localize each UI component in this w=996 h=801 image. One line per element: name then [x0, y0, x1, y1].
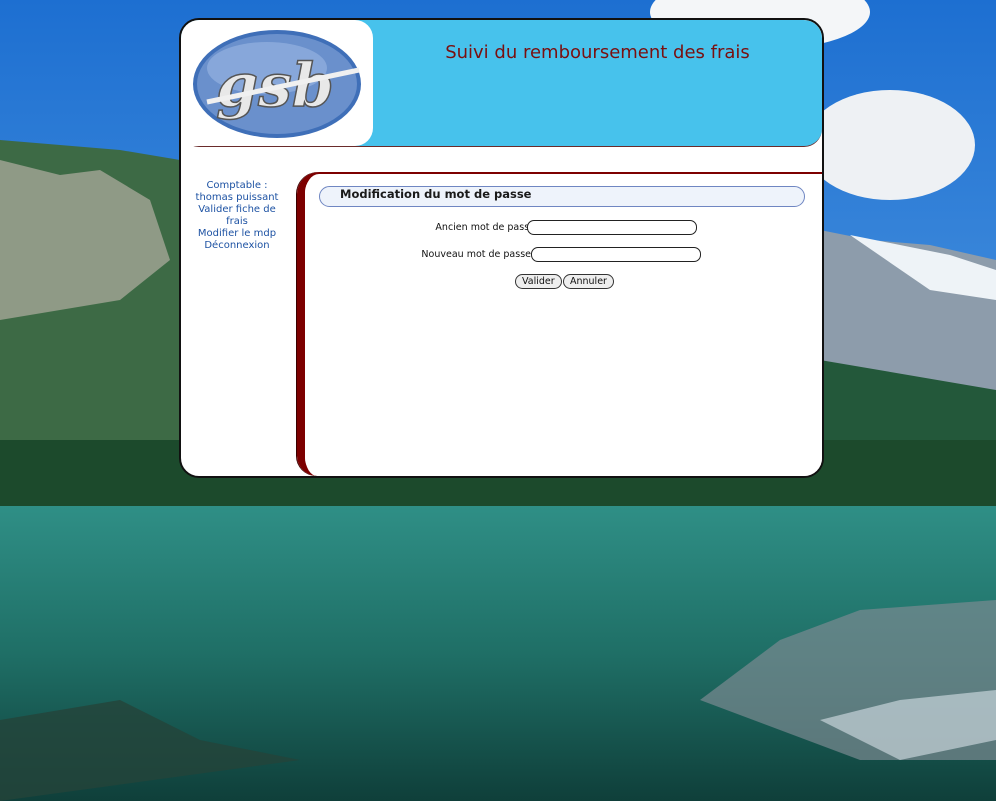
old-password-row: Ancien mot de passe — [305, 220, 822, 236]
content-panel: Modification du mot de passe Ancien mot … — [297, 172, 822, 476]
submit-button[interactable]: Valider — [515, 274, 562, 289]
cancel-button[interactable]: Annuler — [563, 274, 614, 289]
new-password-input[interactable] — [531, 247, 701, 262]
sidebar-menu: Comptable : thomas puissant Valider fich… — [191, 180, 283, 252]
old-password-label: Ancien mot de passe — [435, 222, 535, 233]
app-title: Suivi du remboursement des frais — [445, 42, 750, 63]
gsb-logo: gsb — [181, 20, 373, 146]
user-name: thomas puissant — [195, 192, 279, 203]
new-password-row: Nouveau mot de passe — [305, 247, 822, 263]
header-banner: gsb Suivi du remboursement des frais — [181, 20, 822, 147]
menu-item-modifier-mdp[interactable]: Modifier le mdp — [191, 228, 283, 240]
main-window: gsb Suivi du remboursement des frais Com… — [179, 18, 824, 478]
new-password-label: Nouveau mot de passe — [421, 249, 531, 260]
old-password-input[interactable] — [527, 220, 697, 235]
menu-item-deconnexion[interactable]: Déconnexion — [191, 240, 283, 252]
menu-item-valider-fiche[interactable]: Valider fiche de frais — [191, 204, 283, 228]
user-role-label: Comptable : — [206, 180, 268, 191]
form-title: Modification du mot de passe — [319, 186, 805, 207]
